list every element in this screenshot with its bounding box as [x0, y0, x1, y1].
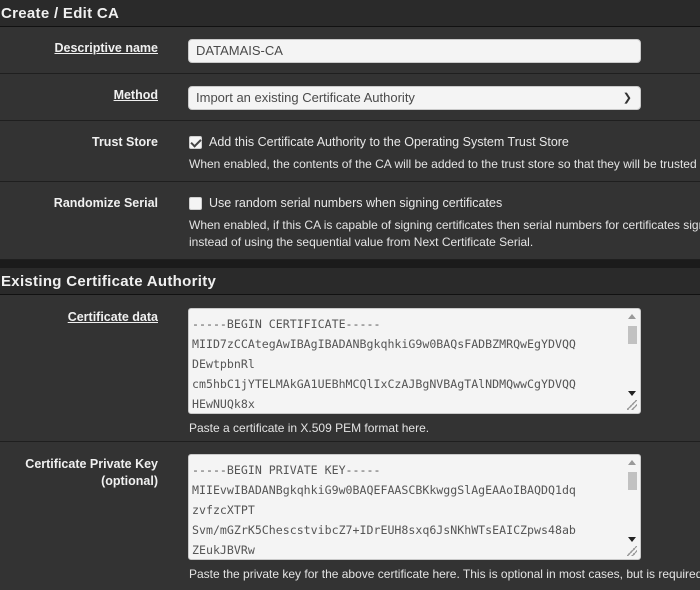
panel-heading-create-edit-ca: Create / Edit CA [0, 0, 700, 27]
method-selected-value: Import an existing Certificate Authority [196, 90, 415, 105]
private-key-textarea[interactable]: -----BEGIN PRIVATE KEY----- MIIEvwIBADANB… [188, 454, 641, 560]
resize-handle-icon[interactable] [627, 546, 637, 556]
certificate-data-content: -----BEGIN CERTIFICATE----- MIID7zCCAtegA… [192, 317, 576, 411]
private-key-optional-label: (optional) [101, 474, 158, 488]
randomize-serial-checkbox[interactable] [189, 196, 202, 210]
method-select[interactable]: Import an existing Certificate Authority… [188, 86, 641, 110]
trust-store-label: Trust Store [92, 135, 158, 149]
row-certificate-data: Certificate data -----BEGIN CERTIFICATE-… [0, 295, 700, 442]
row-private-key: Certificate Private Key (optional) -----… [0, 442, 700, 590]
randomize-serial-checkbox-line: Use random serial numbers when signing c… [189, 196, 502, 210]
row-method: Method Import an existing Certificate Au… [0, 74, 700, 121]
textarea-scrollbar[interactable] [625, 310, 639, 396]
resize-handle-icon[interactable] [627, 400, 637, 410]
row-trust-store: Trust Store Add this Certificate Authori… [0, 121, 700, 182]
trust-store-checkbox-line: Add this Certificate Authority to the Op… [189, 135, 569, 149]
certificate-data-help: Paste a certificate in X.509 PEM format … [189, 421, 430, 435]
certificate-data-textarea[interactable]: -----BEGIN CERTIFICATE----- MIID7zCCAtegA… [188, 308, 641, 414]
panel-title: Existing Certificate Authority [1, 272, 217, 290]
row-descriptive-name: Descriptive name DATAMAIS-CA [0, 27, 700, 74]
row-randomize-serial: Randomize Serial Use random serial numbe… [0, 182, 700, 260]
panel-heading-existing-ca: Existing Certificate Authority [0, 268, 700, 295]
trust-store-checkbox[interactable] [189, 135, 202, 149]
panel-title: Create / Edit CA [1, 4, 120, 22]
descriptive-name-input[interactable]: DATAMAIS-CA [188, 39, 641, 63]
randomize-serial-label: Randomize Serial [53, 196, 158, 210]
section-gap [0, 260, 700, 268]
chevron-down-icon: ❯ [622, 92, 632, 104]
private-key-content: -----BEGIN PRIVATE KEY----- MIIEvwIBADANB… [192, 463, 576, 557]
private-key-label: Certificate Private Key [25, 457, 158, 471]
descriptive-name-label: Descriptive name [54, 41, 158, 55]
trust-store-help: When enabled, the contents of the CA wil… [189, 157, 697, 171]
certificate-data-label: Certificate data [67, 310, 158, 324]
trust-store-checkbox-label[interactable]: Add this Certificate Authority to the Op… [209, 135, 569, 149]
method-label: Method [113, 88, 158, 102]
textarea-scrollbar[interactable] [625, 456, 639, 542]
private-key-help: Paste the private key for the above cert… [189, 567, 700, 581]
randomize-serial-help-line1: When enabled, if this CA is capable of s… [189, 218, 700, 232]
randomize-serial-checkbox-label[interactable]: Use random serial numbers when signing c… [209, 196, 502, 210]
randomize-serial-help-line2: instead of using the sequential value fr… [189, 235, 534, 249]
